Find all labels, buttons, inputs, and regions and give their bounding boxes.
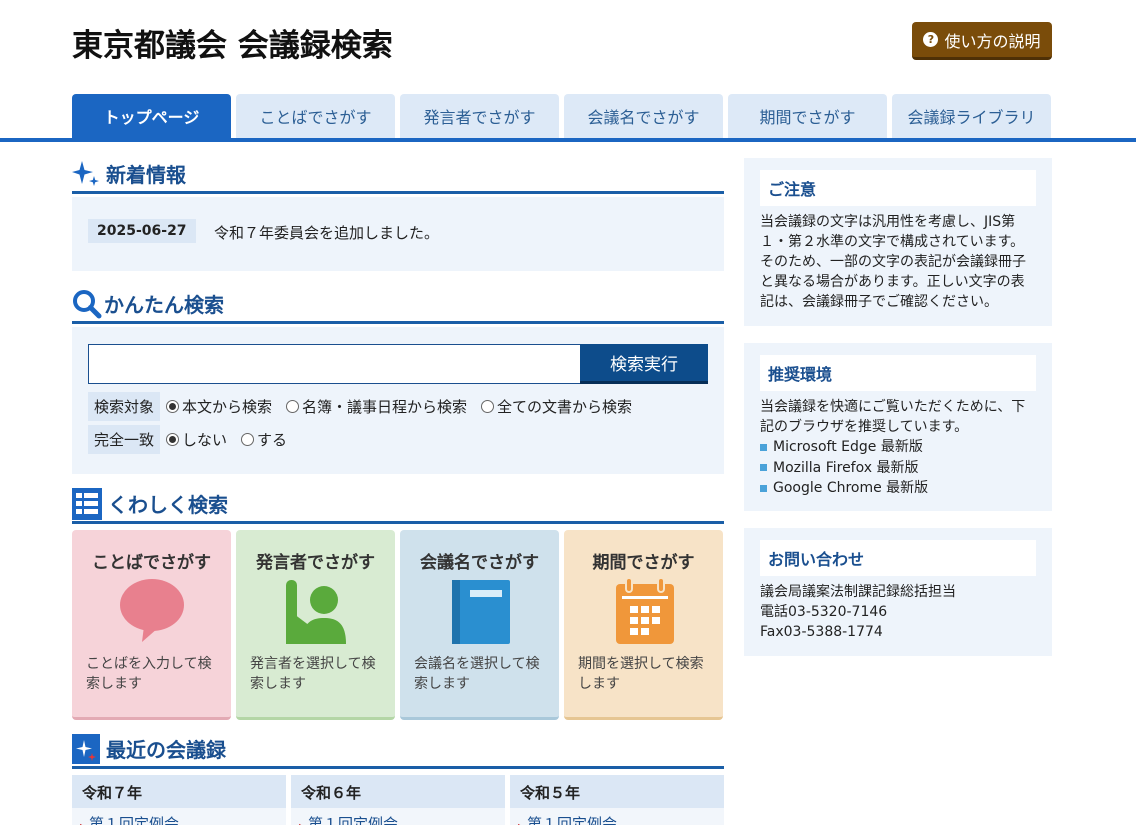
tab-top-page[interactable]: トップページ bbox=[72, 94, 231, 138]
contact-fax: Fax03-5388-1774 bbox=[760, 624, 883, 640]
search-target-row: 検索対象 本文から検索 名簿・議事日程から検索 全ての文書から検索 bbox=[88, 392, 646, 421]
contact-tel: 電話03-5320-7146 bbox=[760, 604, 888, 620]
card-desc: ことばを入力して検索します bbox=[86, 656, 212, 692]
tab-speaker-search[interactable]: 発言者でさがす bbox=[400, 94, 559, 138]
detail-search-heading: くわしく検索 bbox=[72, 486, 724, 524]
book-icon bbox=[452, 580, 510, 644]
search-icon bbox=[73, 289, 102, 318]
radio-target-roster[interactable]: 名簿・議事日程から検索 bbox=[286, 396, 467, 417]
card-word-search[interactable]: ことばでさがす ことばを入力して検索します bbox=[72, 530, 231, 720]
news-box: 2025-06-27 令和７年委員会を追加しました。 bbox=[72, 197, 724, 271]
year-label: 令和５年 bbox=[510, 775, 724, 808]
contact-title: お問い合わせ bbox=[760, 540, 1036, 576]
radio-exact-no[interactable]: しない bbox=[166, 429, 227, 450]
year-item-link[interactable]: 第１回定例会 bbox=[518, 813, 617, 825]
tab-rule bbox=[0, 138, 1136, 142]
news-heading: 新着情報 bbox=[72, 156, 724, 194]
detail-search-heading-label: くわしく検索 bbox=[108, 493, 228, 517]
tab-meeting-search[interactable]: 会議名でさがす bbox=[564, 94, 723, 138]
browser-item: Microsoft Edge 最新版 bbox=[760, 437, 1036, 458]
year-column: 令和６年 第１回定例会 bbox=[291, 775, 505, 825]
news-text: 令和７年委員会を追加しました。 bbox=[214, 224, 440, 242]
radio-target-all[interactable]: 全ての文書から検索 bbox=[481, 396, 632, 417]
year-column: 令和５年 第１回定例会 bbox=[510, 775, 724, 825]
card-desc: 発言者を選択して検索します bbox=[250, 656, 376, 692]
news-date: 2025-06-27 bbox=[88, 219, 196, 243]
main-nav-tabs: トップページ ことばでさがす 発言者でさがす 会議名でさがす 期間でさがす 会議… bbox=[72, 94, 1056, 138]
card-speaker-search[interactable]: 発言者でさがす 発言者を選択して検索します bbox=[236, 530, 395, 720]
year-item-link[interactable]: 第１回定例会 bbox=[299, 813, 398, 825]
search-target-label: 検索対象 bbox=[88, 392, 161, 421]
card-title: ことばでさがす bbox=[92, 553, 211, 573]
card-title: 期間でさがす bbox=[592, 553, 695, 573]
quick-search-box: 検索実行 検索対象 本文から検索 名簿・議事日程から検索 全ての文書から検索 完… bbox=[72, 327, 724, 474]
environment-body: 当会議録を快適にご覧いただくために、下記のブラウザを推奨しています。 bbox=[760, 399, 1026, 435]
sidebar-contact: お問い合わせ 議会局議案法制課記録総括担当 電話03-5320-7146 Fax… bbox=[744, 528, 1052, 656]
quick-search-heading-label: かんたん検索 bbox=[104, 293, 224, 317]
help-button[interactable]: ? 使い方の説明 bbox=[912, 22, 1052, 60]
recent-heading: 最近の会議録 bbox=[72, 731, 724, 769]
sidebar-notice: ご注意 当会議録の文字は汎用性を考慮し、JIS第１・第２水準の文字で構成されてい… bbox=[744, 158, 1052, 326]
environment-title: 推奨環境 bbox=[760, 355, 1036, 391]
detail-search-cards: ことばでさがす ことばを入力して検索します 発言者でさがす 発言者を選択して検索… bbox=[72, 530, 724, 720]
browser-list: Microsoft Edge 最新版 Mozilla Firefox 最新版 G… bbox=[760, 437, 1036, 499]
speech-bubble-icon bbox=[120, 579, 184, 642]
radio-exact-yes[interactable]: する bbox=[241, 429, 287, 450]
browser-item: Google Chrome 最新版 bbox=[760, 478, 1036, 499]
contact-dept: 議会局議案法制課記録総括担当 bbox=[760, 584, 956, 600]
tab-period-search[interactable]: 期間でさがす bbox=[728, 94, 887, 138]
notice-body: 当会議録の文字は汎用性を考慮し、JIS第１・第２水準の文字で構成されています。そ… bbox=[760, 214, 1026, 310]
browser-item: Mozilla Firefox 最新版 bbox=[760, 458, 1036, 479]
recent-heading-label: 最近の会議録 bbox=[106, 738, 226, 762]
exact-match-row: 完全一致 しない する bbox=[88, 425, 301, 454]
sidebar-environment: 推奨環境 当会議録を快適にご覧いただくために、下記のブラウザを推奨しています。 … bbox=[744, 343, 1052, 511]
year-label: 令和７年 bbox=[72, 775, 286, 808]
tab-word-search[interactable]: ことばでさがす bbox=[236, 94, 395, 138]
help-button-label: 使い方の説明 bbox=[944, 31, 1041, 51]
card-meeting-search[interactable]: 会議名でさがす 会議名を選択して検索します bbox=[400, 530, 559, 720]
exact-match-label: 完全一致 bbox=[88, 425, 161, 454]
news-heading-label: 新着情報 bbox=[106, 163, 186, 187]
speaker-person-icon bbox=[286, 580, 346, 644]
question-icon: ? bbox=[923, 32, 939, 47]
tab-library[interactable]: 会議録ライブラリ bbox=[892, 94, 1051, 138]
year-label: 令和６年 bbox=[291, 775, 505, 808]
notice-title: ご注意 bbox=[760, 170, 1036, 206]
card-desc: 期間を選択して検索します bbox=[578, 656, 704, 692]
radio-target-body[interactable]: 本文から検索 bbox=[166, 396, 272, 417]
year-item-link[interactable]: 第１回定例会 bbox=[80, 813, 179, 825]
sparkle-box-icon bbox=[72, 733, 100, 764]
search-input[interactable] bbox=[88, 344, 582, 384]
recent-years: 令和７年 第１回定例会 令和６年 第１回定例会 令和５年 第１回定例会 bbox=[72, 775, 724, 825]
card-period-search[interactable]: 期間でさがす 期間を選択して検索します bbox=[564, 530, 723, 720]
search-submit-button[interactable]: 検索実行 bbox=[580, 344, 708, 384]
site-title[interactable]: 東京都議会 会議録検索 bbox=[72, 20, 393, 65]
card-desc: 会議名を選択して検索します bbox=[414, 656, 540, 692]
calendar-icon bbox=[616, 578, 674, 644]
list-grid-icon bbox=[72, 487, 102, 520]
card-title: 発言者でさがす bbox=[256, 553, 375, 573]
card-title: 会議名でさがす bbox=[420, 553, 539, 573]
sparkle-icon bbox=[72, 160, 99, 186]
year-column: 令和７年 第１回定例会 bbox=[72, 775, 286, 825]
quick-search-heading: かんたん検索 bbox=[72, 286, 724, 324]
